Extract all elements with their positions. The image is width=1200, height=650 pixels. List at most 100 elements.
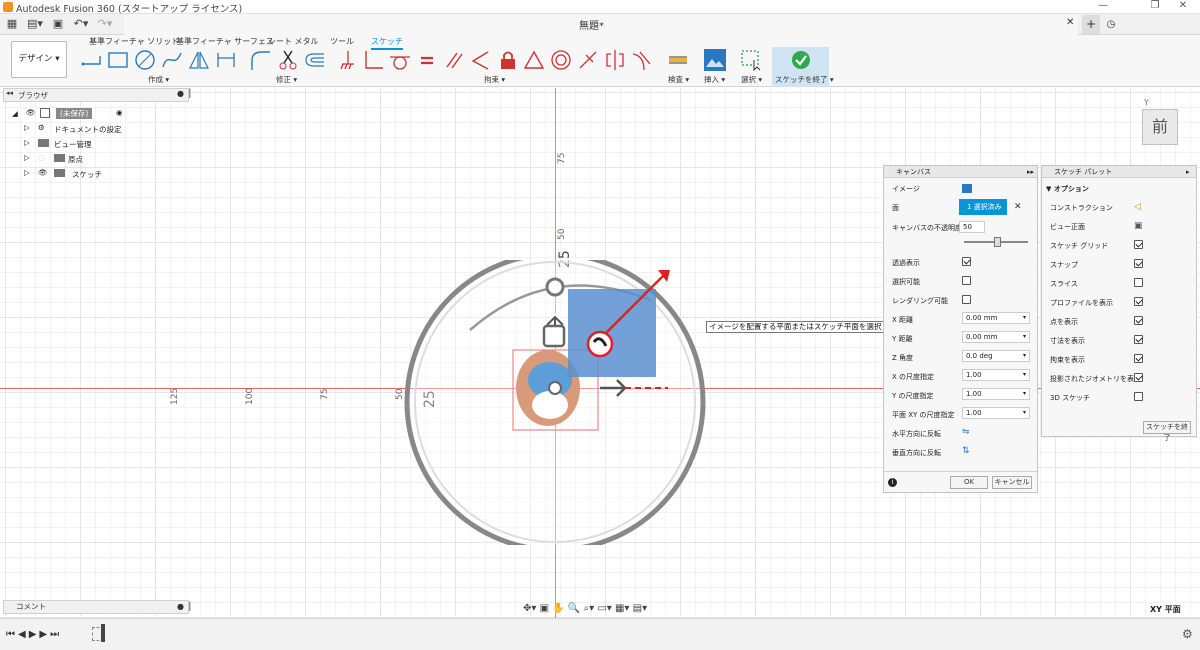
- active-radio-icon[interactable]: ◉: [116, 108, 123, 117]
- select-window-icon[interactable]: [740, 48, 764, 72]
- collapse-panel-icon[interactable]: ◂◂: [6, 89, 13, 97]
- maximize-icon[interactable]: ❐: [1142, 0, 1168, 14]
- lock-icon[interactable]: [496, 48, 520, 72]
- panel-options-icon[interactable]: ●▕: [177, 89, 190, 98]
- constrain-group-label[interactable]: 拘束 ▾: [484, 74, 505, 85]
- perpendicular-icon[interactable]: [468, 48, 492, 72]
- browser-panel-header[interactable]: ◂◂ ブラウザ ●▕: [3, 88, 190, 102]
- equal-icon[interactable]: [415, 48, 439, 72]
- modify-group-label[interactable]: 修正 ▾: [276, 74, 297, 85]
- pan-icon[interactable]: ✋: [552, 603, 564, 614]
- grid-settings-icon[interactable]: ▦▾: [615, 603, 629, 614]
- cancel-button[interactable]: キャンセル: [992, 476, 1032, 489]
- expand-icon[interactable]: ▷: [24, 168, 30, 177]
- symmetry-icon[interactable]: [603, 48, 627, 72]
- step-forward-icon[interactable]: ▶: [39, 629, 50, 640]
- expand-icon[interactable]: ▷: [24, 138, 30, 147]
- timeline-marker[interactable]: [101, 624, 105, 642]
- go-to-start-icon[interactable]: ⏮: [6, 629, 18, 640]
- panel-options-icon[interactable]: ●▕: [177, 601, 190, 613]
- sketch-palette-header[interactable]: スケッチ パレット ▸: [1042, 166, 1196, 178]
- look-at-icon[interactable]: ▣: [540, 603, 549, 614]
- circle-icon[interactable]: [133, 48, 157, 72]
- orbit-icon[interactable]: ✥▾: [523, 603, 536, 614]
- trim-icon[interactable]: [276, 48, 300, 72]
- face-selection-button[interactable]: 1 選択済み: [959, 199, 1007, 215]
- tab-sheet-metal[interactable]: シート メタル: [268, 36, 319, 47]
- midpoint-icon[interactable]: [576, 48, 600, 72]
- move-gizmo[interactable]: [530, 262, 680, 422]
- undo-icon[interactable]: ↶▾: [70, 16, 92, 32]
- expand-panel-icon[interactable]: ▸: [1186, 166, 1190, 178]
- info-icon[interactable]: i: [888, 478, 897, 487]
- hidden-icon[interactable]: ◌: [38, 153, 45, 162]
- tab-solid-base-feature[interactable]: 基準フィーチャ ソリッド: [89, 36, 179, 47]
- document-tab[interactable]: 無題* ✕: [124, 14, 1078, 35]
- ok-button[interactable]: OK: [950, 476, 988, 489]
- fit-icon[interactable]: ⌕▾: [584, 603, 595, 614]
- flip-vertical-icon[interactable]: ⇅: [962, 446, 970, 456]
- tangent-icon[interactable]: [388, 48, 412, 72]
- palette-option-checkbox[interactable]: [1134, 392, 1143, 401]
- viewcube[interactable]: 前: [1142, 109, 1178, 145]
- go-to-end-icon[interactable]: ⏭: [50, 629, 62, 640]
- fillet-icon[interactable]: [248, 48, 272, 72]
- minimize-icon[interactable]: —: [1090, 0, 1116, 14]
- new-tab-icon[interactable]: +: [1082, 15, 1100, 34]
- file-menu-icon[interactable]: ▤▾: [24, 16, 46, 32]
- curvature-icon[interactable]: [630, 48, 654, 72]
- spline-icon[interactable]: [160, 48, 184, 72]
- finish-sketch-palette-button[interactable]: スケッチを終了: [1143, 421, 1191, 442]
- inspect-group-label[interactable]: 検査 ▾: [668, 74, 689, 85]
- insert-group-label[interactable]: 挿入 ▾: [704, 74, 725, 85]
- y-distance-input[interactable]: 0.00 mm ▾: [962, 331, 1030, 343]
- tab-tools[interactable]: ツール: [330, 36, 354, 47]
- expand-icon[interactable]: ◢: [12, 109, 18, 118]
- workspace-switcher-button[interactable]: デザイン ▾: [11, 41, 67, 78]
- redo-icon[interactable]: ↷▾: [94, 16, 116, 32]
- palette-option-checkbox[interactable]: [1134, 316, 1143, 325]
- palette-option-checkbox[interactable]: [1134, 278, 1143, 287]
- create-group-label[interactable]: 作成 ▾: [148, 74, 169, 85]
- palette-option-checkbox[interactable]: [1134, 259, 1143, 268]
- look-at-icon[interactable]: ▣: [1134, 221, 1143, 231]
- xy-scale-input[interactable]: 1.00 ▾: [962, 407, 1030, 419]
- comment-panel-header[interactable]: コメント ●▕: [3, 600, 190, 614]
- step-back-icon[interactable]: ◀: [18, 629, 29, 640]
- concentric-icon[interactable]: [549, 48, 573, 72]
- triangle-icon[interactable]: [522, 48, 546, 72]
- selectable-checkbox[interactable]: [962, 276, 971, 285]
- select-group-label[interactable]: 選択 ▾: [741, 74, 762, 85]
- timeline-settings-icon[interactable]: ⚙: [1182, 627, 1193, 641]
- parallel-icon[interactable]: [442, 48, 466, 72]
- x-scale-input[interactable]: 1.00 ▾: [962, 369, 1030, 381]
- close-window-icon[interactable]: ✕: [1170, 0, 1196, 14]
- palette-option-checkbox[interactable]: [1134, 297, 1143, 306]
- save-icon[interactable]: ▣: [50, 16, 66, 32]
- flip-horizontal-icon[interactable]: ⇋: [962, 427, 970, 437]
- dimension-icon[interactable]: [214, 48, 238, 72]
- options-section-header[interactable]: ▼ オプション: [1046, 184, 1089, 194]
- canvas-dialog-header[interactable]: キャンバス ▸▸: [884, 166, 1037, 178]
- mirror-icon[interactable]: [187, 48, 211, 72]
- coincident-icon[interactable]: [362, 48, 386, 72]
- zoom-icon[interactable]: 🔍: [568, 603, 580, 614]
- job-status-icon[interactable]: ◷: [1104, 15, 1118, 34]
- app-grid-icon[interactable]: ▦: [4, 16, 20, 32]
- opacity-input[interactable]: 50: [959, 221, 985, 233]
- insert-canvas-icon[interactable]: [703, 48, 727, 72]
- tab-surface-base-feature[interactable]: 基準フィーチャ サーフェス: [176, 36, 274, 47]
- rectangle-icon[interactable]: [106, 48, 130, 72]
- display-through-checkbox[interactable]: [962, 257, 971, 266]
- viewports-icon[interactable]: ▤▾: [633, 603, 647, 614]
- visibility-icon[interactable]: 👁: [38, 168, 48, 177]
- finish-sketch-button[interactable]: スケッチを終了 ▾: [772, 47, 834, 87]
- measure-icon[interactable]: [666, 48, 690, 72]
- expand-panel-icon[interactable]: ▸▸: [1027, 166, 1034, 178]
- play-icon[interactable]: ▶: [29, 629, 40, 640]
- render-checkbox[interactable]: [962, 295, 971, 304]
- opacity-slider-thumb[interactable]: [994, 237, 1001, 247]
- clear-selection-icon[interactable]: ✕: [1014, 202, 1022, 212]
- palette-option-checkbox[interactable]: [1134, 373, 1143, 382]
- expand-icon[interactable]: ▷: [24, 153, 30, 162]
